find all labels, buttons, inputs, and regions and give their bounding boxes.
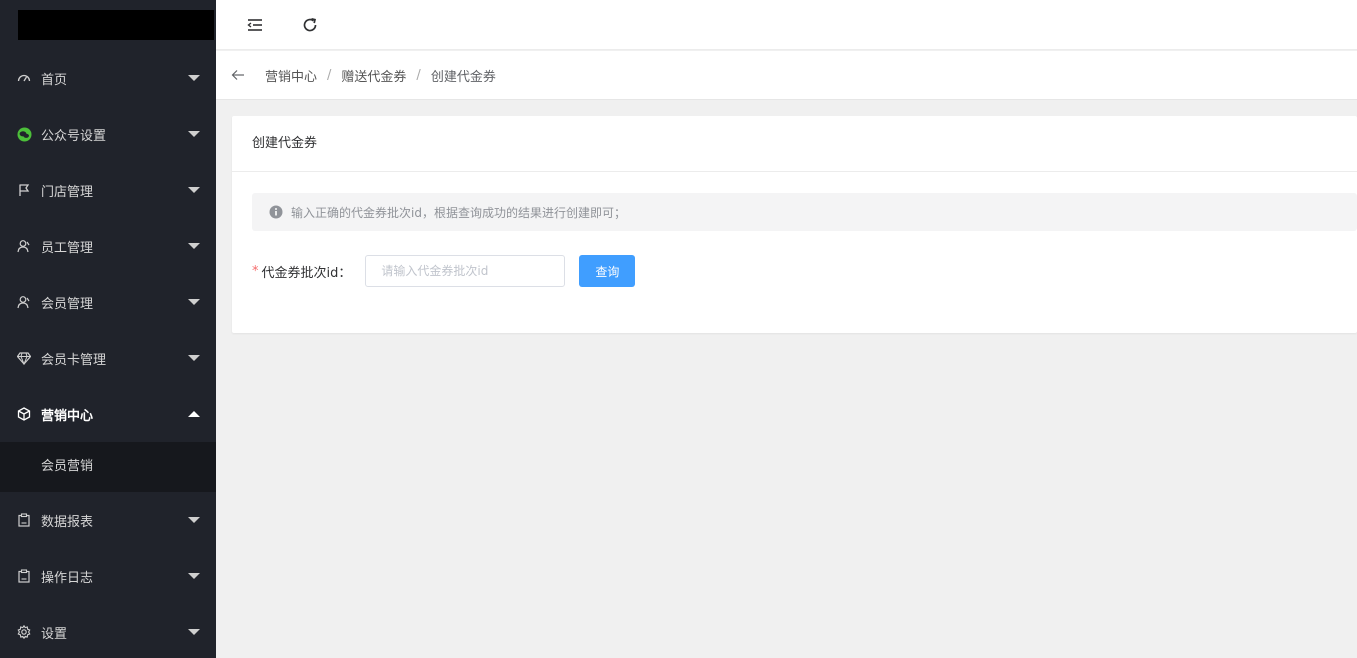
sidebar-item-settings[interactable]: 设置 [0, 604, 216, 658]
chevron-down-icon [188, 517, 200, 523]
sidebar-item-wechat-settings[interactable]: 公众号设置 [0, 106, 216, 162]
sidebar-item-label: 会员管理 [41, 296, 94, 312]
chevron-down-icon [188, 629, 200, 635]
sidebar-item-label: 门店管理 [41, 184, 94, 200]
sidebar-item-staff-management[interactable]: 员工管理 [0, 218, 216, 274]
wechat-icon [16, 126, 32, 142]
breadcrumb-item-gift-voucher[interactable]: 赠送代金券 [341, 66, 406, 85]
submenu-item-member-marketing[interactable]: 会员营销 [0, 442, 216, 492]
chevron-down-icon [188, 355, 200, 361]
chevron-down-icon [188, 131, 200, 137]
clipboard-icon [16, 512, 32, 528]
breadcrumb-item-marketing-center[interactable]: 营销中心 [265, 66, 317, 85]
chevron-down-icon [188, 243, 200, 249]
sidebar-item-label: 设置 [41, 626, 68, 642]
voucher-batch-form-row: * 代金券批次id： 查询 [252, 255, 636, 287]
sidebar-item-member-card-management[interactable]: 会员卡管理 [0, 330, 216, 386]
card-title: 创建代金券 [232, 116, 1357, 172]
chevron-down-icon [188, 75, 200, 81]
top-bar [216, 0, 1357, 50]
breadcrumb-separator: / [327, 67, 332, 83]
collapse-menu-icon[interactable] [245, 15, 265, 35]
logo-redacted [18, 10, 214, 40]
sidebar-item-operation-log[interactable]: 操作日志 [0, 548, 216, 604]
sidebar-item-home[interactable]: 首页 [0, 50, 216, 106]
required-mark: * [252, 263, 259, 279]
breadcrumb-separator: / [416, 67, 421, 83]
sidebar-item-member-management[interactable]: 会员管理 [0, 274, 216, 330]
sidebar-item-label: 员工管理 [41, 240, 94, 256]
sidebar-item-label: 操作日志 [41, 570, 94, 586]
info-alert: 输入正确的代金券批次id，根据查询成功的结果进行创建即可； [252, 193, 1357, 231]
logo-area [0, 0, 216, 50]
sidebar-item-store-management[interactable]: 门店管理 [0, 162, 216, 218]
chevron-down-icon [188, 299, 200, 305]
voucher-batch-id-input[interactable] [365, 255, 566, 287]
marketing-submenu: 会员营销 [0, 442, 216, 492]
gear-icon [16, 624, 32, 640]
chevron-down-icon [188, 187, 200, 193]
clipboard-icon [16, 568, 32, 584]
alert-text: 输入正确的代金券批次id，根据查询成功的结果进行创建即可； [291, 205, 626, 220]
chevron-up-icon [188, 411, 200, 417]
info-icon [269, 205, 283, 219]
sidebar-item-label: 公众号设置 [41, 128, 107, 144]
sidebar-item-label: 营销中心 [41, 408, 94, 424]
refresh-icon[interactable] [300, 15, 320, 35]
user-icon [16, 294, 32, 310]
voucher-batch-id-label: 代金券批次id： [261, 265, 352, 281]
diamond-icon [16, 350, 32, 366]
sidebar-item-data-reports[interactable]: 数据报表 [0, 492, 216, 548]
dashboard-icon [16, 70, 32, 86]
cube-icon [16, 406, 32, 422]
sidebar-item-label: 数据报表 [41, 514, 94, 530]
query-button[interactable]: 查询 [579, 255, 636, 287]
flag-icon [16, 182, 32, 198]
breadcrumb-bar: 营销中心 / 赠送代金券 / 创建代金券 [216, 51, 1357, 100]
sidebar-item-label: 会员卡管理 [41, 352, 107, 368]
breadcrumb-item-create-voucher: 创建代金券 [430, 69, 496, 85]
sidebar-item-marketing-center[interactable]: 营销中心 [0, 386, 216, 442]
sidebar-item-label: 首页 [41, 72, 68, 88]
chevron-down-icon [188, 573, 200, 579]
user-icon [16, 238, 32, 254]
sidebar: 首页 公众号设置 门店管理 员工管理 会员管理 会员卡管理 营销中心 会员营销 … [0, 0, 216, 658]
back-arrow-icon[interactable] [231, 68, 245, 82]
create-voucher-card: 创建代金券 输入正确的代金券批次id，根据查询成功的结果进行创建即可； * 代金… [232, 116, 1357, 333]
